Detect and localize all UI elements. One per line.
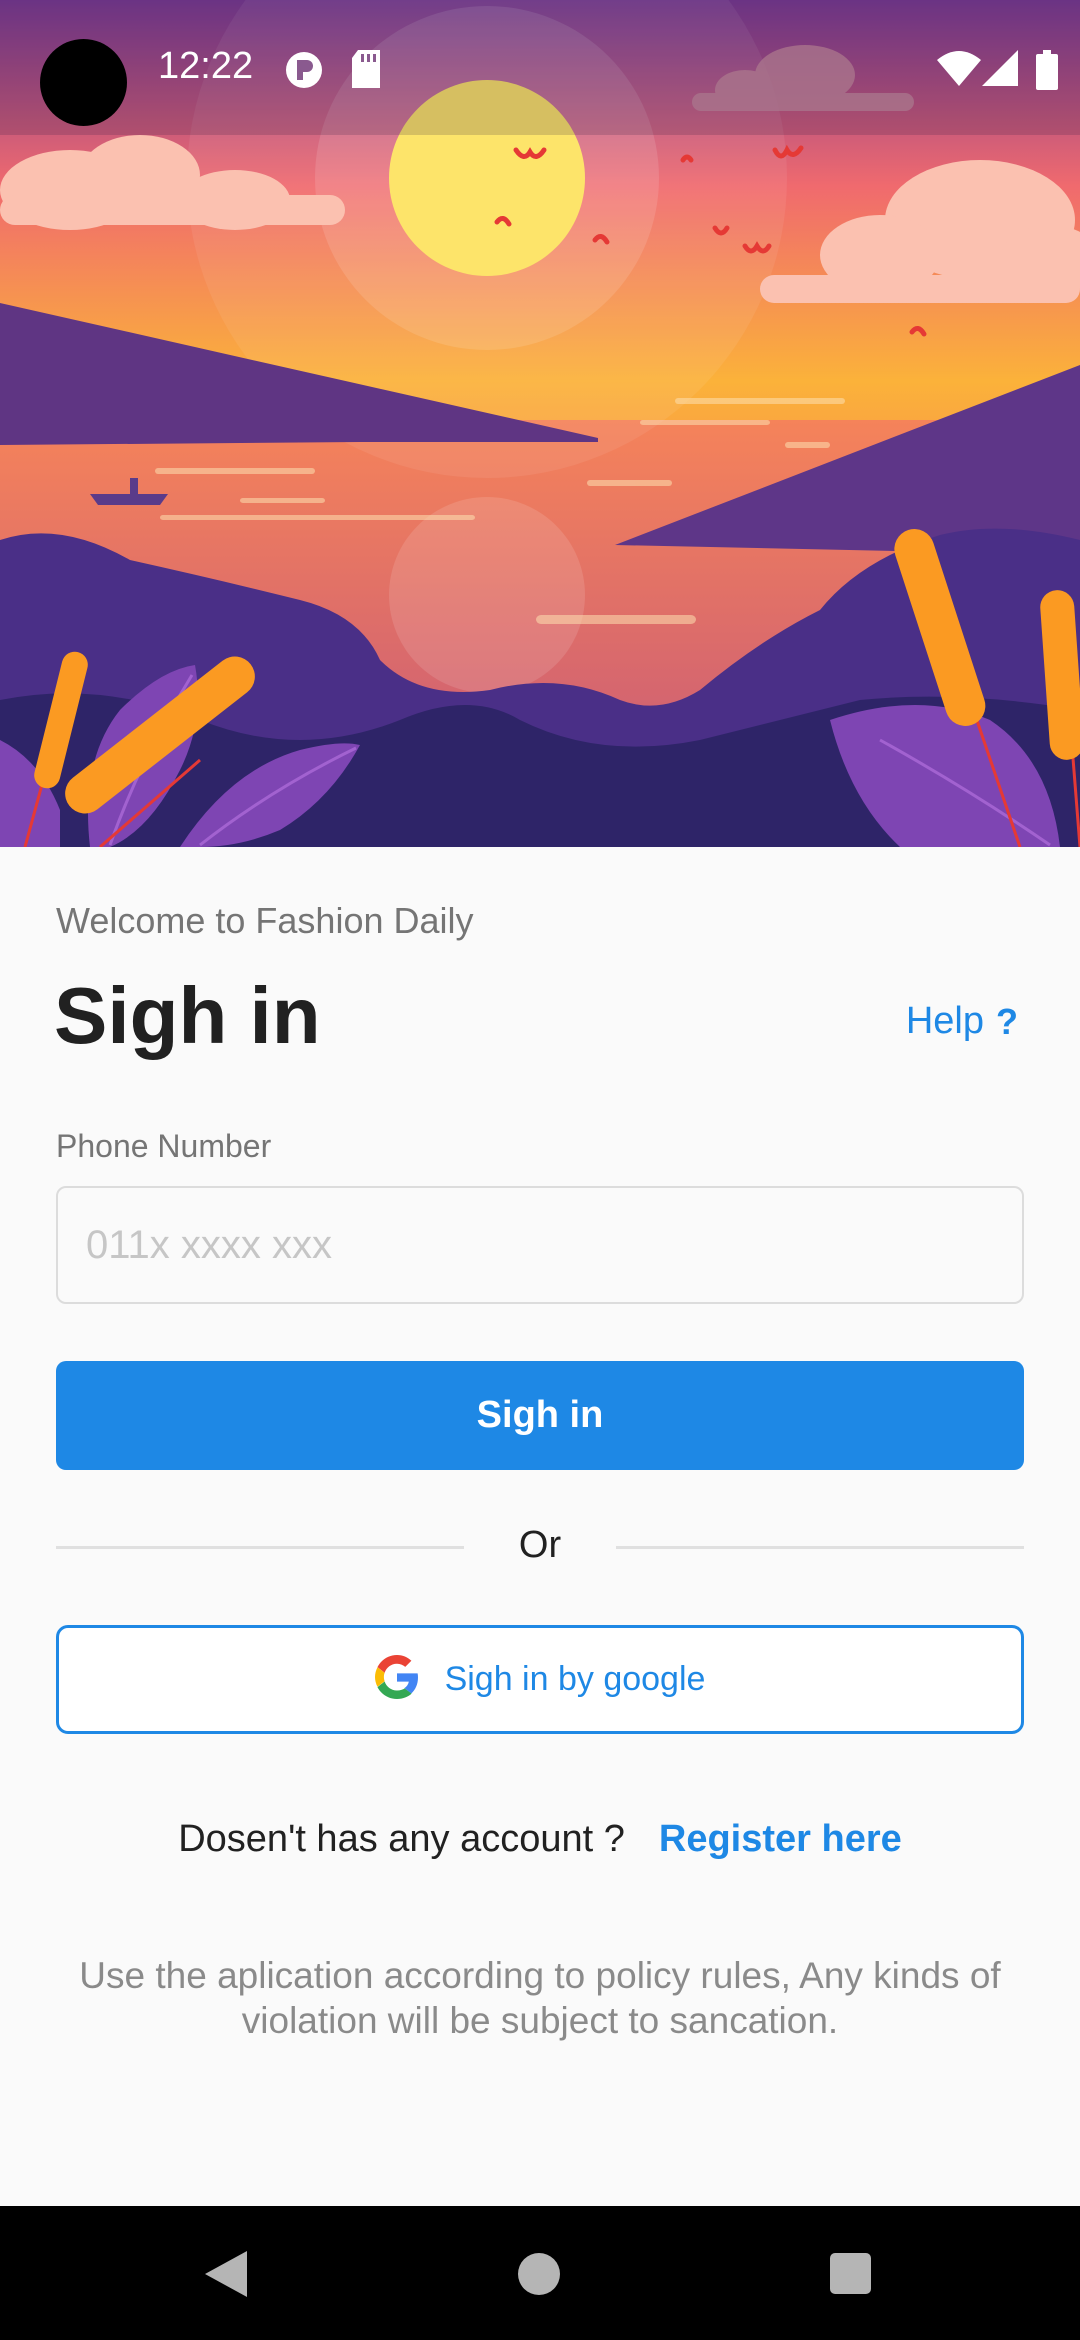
page-title: Sigh in [54, 971, 321, 1060]
register-row: Dosen't has any account ? Register here [0, 1818, 1080, 1861]
home-icon[interactable] [518, 2253, 560, 2295]
recents-icon[interactable] [830, 2253, 871, 2294]
status-bar: 12:22 [0, 0, 1080, 135]
google-sign-in-button[interactable]: Sigh in by google [56, 1625, 1024, 1734]
sd-card-icon [350, 50, 382, 93]
register-link[interactable]: Register here [659, 1818, 902, 1861]
no-account-text: Dosen't has any account ? [178, 1818, 625, 1860]
sign-in-button[interactable]: Sigh in [56, 1361, 1024, 1470]
cell-signal-icon [982, 50, 1018, 91]
help-question-icon: ? [996, 1000, 1018, 1042]
welcome-text: Welcome to Fashion Daily [56, 900, 474, 941]
google-sign-in-label: Sigh in by google [444, 1660, 706, 1698]
divider-right [616, 1546, 1024, 1549]
wifi-icon [937, 50, 981, 91]
camera-cutout [40, 39, 127, 126]
battery-icon [1036, 50, 1058, 95]
divider-left [56, 1546, 464, 1549]
help-link[interactable]: Help ? [906, 1000, 1018, 1043]
status-time: 12:22 [158, 45, 254, 87]
policy-text: Use the aplication according to policy r… [79, 1955, 1001, 2041]
google-logo-icon [374, 1655, 419, 1704]
phone-number-input[interactable] [56, 1186, 1024, 1304]
phone-number-label: Phone Number [56, 1128, 272, 1164]
help-label: Help [905, 1000, 984, 1042]
back-icon[interactable] [205, 2251, 247, 2302]
or-separator: Or [518, 1524, 562, 1566]
p-notification-icon [284, 50, 324, 95]
